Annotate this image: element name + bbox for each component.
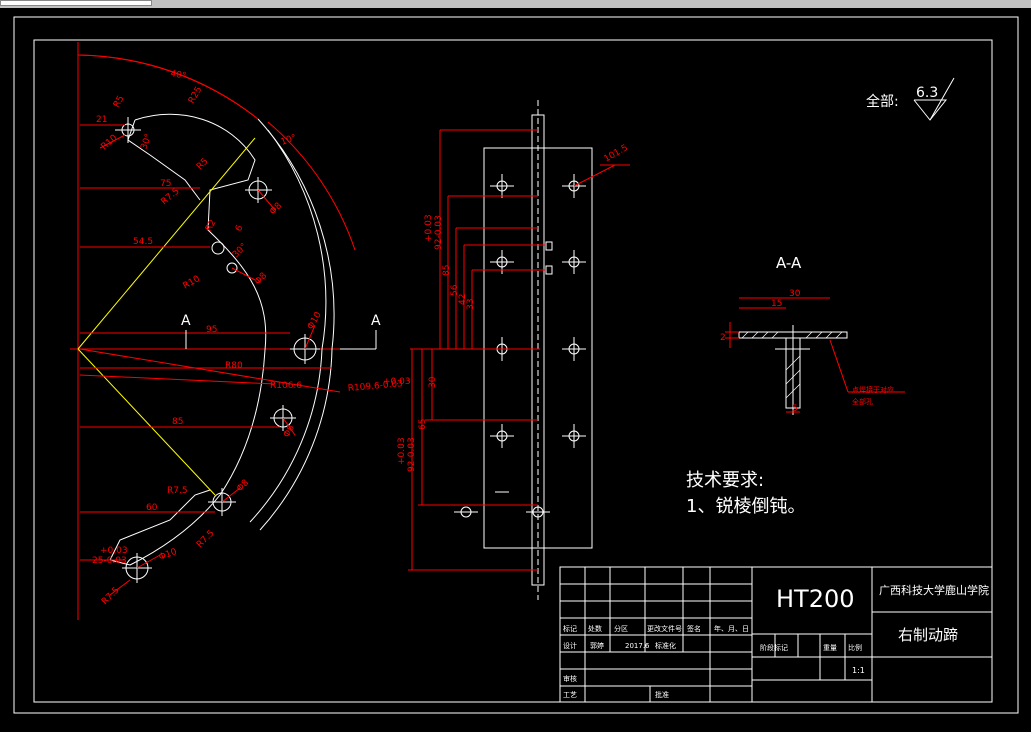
dimension-label: 21 [96,115,107,125]
dimension-label: R5 [112,94,127,109]
dimension-label: R7.5 [167,486,188,496]
header-date: 年、月、日 [714,624,749,633]
part-name: 右制动蹄 [898,626,958,644]
dimension-label: R25 [187,85,205,105]
top-toolbar-strip [0,0,1031,8]
brake-shoe-view: A A [70,42,381,620]
dimension-label: 30 [428,376,438,388]
dimension-label: 95 [206,325,217,335]
side-view [408,100,630,600]
dimension-label: R7.5 [195,528,217,550]
dimension-label: 全部孔 [852,397,873,406]
row-design-name: 郭婷 [590,641,604,650]
dimension-label: 25-0.03 [92,556,127,566]
material-label: HT200 [776,585,855,613]
row-review: 审核 [563,674,577,683]
dimension-label: R80 [225,361,243,371]
dimension-label: R106.6 [270,381,302,391]
tech-item: 1、锐棱倒钝。 [686,496,805,517]
dimension-label: R10 [182,274,203,292]
school-name: 广西科技大学鹿山学院 [879,583,989,597]
dimension-label: 6 [234,223,246,233]
dimension-label: 65 [418,419,428,430]
dimension-labels-middle: +0.03 92-0.03855642333065+0.03 92-0.03101.… [397,143,630,472]
dimension-label: 40° [169,69,186,82]
dimension-label: R10 [100,133,120,152]
tech-title: 技术要求: [686,470,764,491]
dimension-label: R7.5 [160,186,182,207]
dimension-label: 2 [720,333,726,343]
dimension-label: 33 [466,299,476,310]
cad-drawing-canvas[interactable]: A A 40° 21 R10 R5 30° R25 10° 75 R7.5 R5 Φ8 54.5 R2 6… [0,8,1031,728]
dimension-label: 92-0.03 [434,215,444,250]
dimension-label: Φ8 [282,423,297,439]
section-title: A-A [776,254,802,272]
dimension-label: 60 [146,503,158,513]
header-mark: 标记 [563,624,577,633]
header-zone: 分区 [614,624,628,633]
dimension-label: Φ8 [235,478,251,494]
dimension-label: 点焊接于对应 [852,385,894,394]
dimension-label: 54.5 [133,237,153,247]
roughness-prefix: 全部: [866,93,899,110]
dimension-label: 5 [792,404,798,414]
weight-label: 重量 [823,644,837,652]
dimension-label: +0.03 [100,546,128,556]
roughness-value: 6.3 [916,85,938,101]
view-label-right: A [371,313,381,329]
row-design-label: 设计 [563,641,577,650]
dimension-label: 85 [442,265,452,276]
dimension-label: Φ8 [253,271,269,287]
row-design-date: 2017.6 [625,642,650,650]
dimension-label: 92-0.03 [407,437,417,472]
dimension-labels-left: 40°21R10R530°R2510°75R7.5R5Φ854.5R2 630°R… [92,69,411,607]
drawing-svg: A A 40°21R10R530°R2510°75R7.5R5Φ854.5R2 6… [13,16,1019,714]
dimension-label: Φ10 [158,547,179,563]
dimension-label: +0.03 [424,214,434,242]
scale-label: 比例 [848,643,862,652]
roughness-symbol: 全部: 6.3 [866,77,955,121]
header-change-doc: 更改文件号 [647,624,682,633]
dimension-label: +0.03 [397,437,407,465]
dimension-label: 30 [789,289,801,299]
header-count: 处数 [588,624,602,633]
dimension-label: Φ10 [306,310,324,331]
dimension-label: 30° [139,133,154,151]
view-label-left: A [181,313,191,329]
row-standard: 标准化 [655,641,676,650]
dimension-label: Φ8 [268,201,284,217]
scale-value: 1:1 [852,666,865,675]
outer-frame [13,16,1019,714]
dimension-label: 101.5 [603,143,630,165]
row-approve: 批准 [655,690,669,699]
title-block-text: HT200 广西科技大学鹿山学院 右制动蹄 标记 处数 分区 更改文件号 签名 … [563,583,989,699]
dimension-label: +0.03 [383,377,411,387]
dimension-label: 75 [160,179,171,189]
dimension-label: R5 [195,157,211,173]
stage-mark: 阶段标记 [760,643,788,652]
header-signature: 签名 [687,624,701,633]
dimension-label: 85 [172,417,183,427]
row-process: 工艺 [563,691,577,699]
command-field[interactable] [0,0,152,6]
dimension-label: 15 [771,299,782,309]
dimension-label: R2 [204,218,219,233]
